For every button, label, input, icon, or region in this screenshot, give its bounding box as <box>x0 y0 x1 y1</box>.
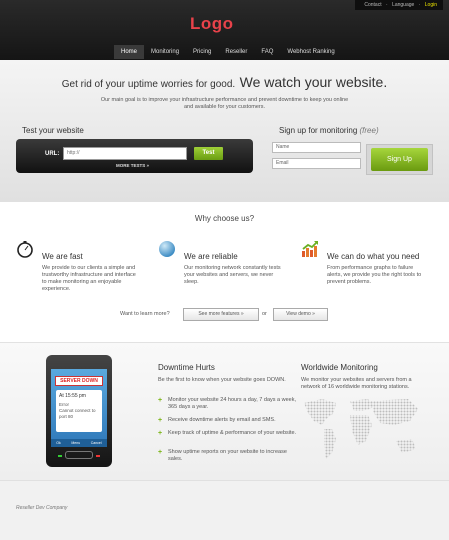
downtime-title: Downtime Hurts <box>158 363 215 372</box>
world-map-icon <box>304 399 418 459</box>
header: Contact · Language · Login Logo Home Mon… <box>0 0 449 60</box>
top-links: Contact · Language · Login <box>355 0 443 10</box>
downtime-bullet: + Receive downtime alerts by email and S… <box>158 417 298 424</box>
downtime-bullet: + Keep track of uptime & performance of … <box>158 430 298 437</box>
logo[interactable]: Logo <box>190 14 234 34</box>
plus-icon: + <box>158 397 163 404</box>
test-panel: URL: http:// Test MORE TESTS » <box>16 139 253 173</box>
separator: · <box>386 2 388 8</box>
tagline-small: Get rid of your uptime worries for good. <box>61 79 236 90</box>
downtime-bullet: + Monitor your website 24 hours a day, 7… <box>158 397 298 411</box>
tagline-big: We watch your website. <box>239 74 388 90</box>
nav-reseller[interactable]: Reseller <box>218 45 254 59</box>
softkey-menu: Menu <box>71 441 81 445</box>
why-section: Why choose us? We are fast We provide to… <box>0 202 449 342</box>
phone-buttons <box>58 451 100 459</box>
feature-custom-text: From performance graphs to failure alert… <box>327 265 422 286</box>
signup-title-text: Sign up for monitoring <box>279 126 358 135</box>
softkey-cancel: Cancel <box>90 441 102 445</box>
view-demo-button[interactable]: View demo » <box>273 308 328 321</box>
url-label: URL: <box>45 151 60 157</box>
bullet-text: Receive downtime alerts by email and SMS… <box>168 417 276 423</box>
softkey-ok: Ok <box>56 441 61 445</box>
feature-reliable-text: Our monitoring network constantly tests … <box>184 265 281 286</box>
signup-title: Sign up for monitoring (free) <box>279 126 379 135</box>
nav-monitoring[interactable]: Monitoring <box>144 45 186 59</box>
plus-icon: + <box>158 449 163 456</box>
stopwatch-icon <box>17 241 33 258</box>
bullet-text: Show uptime reports on your website to i… <box>168 449 287 463</box>
nav-pricing[interactable]: Pricing <box>186 45 218 59</box>
footer: Reseller Dev Company <box>0 480 449 540</box>
bullet-text: Keep track of uptime & performance of yo… <box>168 430 297 436</box>
phone-illustration: SERVER DOWN At 15:55 pm Error Cannot con… <box>46 355 112 467</box>
hero-section: Get rid of your uptime worries for good.… <box>0 60 449 202</box>
footer-company: Reseller Dev Company <box>16 505 68 511</box>
bullet-text: Monitor your website 24 hours a day, 7 d… <box>168 397 296 411</box>
server-down-alert: SERVER DOWN <box>55 376 103 386</box>
plus-icon: + <box>158 417 163 424</box>
alert-time: At 15:55 pm <box>59 393 86 399</box>
learn-more-text: Want to learn more? <box>120 311 170 317</box>
nav-webhost-ranking[interactable]: Webhost Ranking <box>280 45 341 59</box>
phone-screen: SERVER DOWN At 15:55 pm Error Cannot con… <box>51 369 107 447</box>
language-link[interactable]: Language <box>392 2 414 8</box>
more-tests-link[interactable]: MORE TESTS » <box>116 163 149 168</box>
plus-icon: + <box>158 430 163 437</box>
test-title: Test your website <box>22 126 84 135</box>
url-input[interactable]: http:// <box>63 147 187 160</box>
alert-card: At 15:55 pm Error Cannot connect to port… <box>56 390 102 432</box>
worldwide-title: Worldwide Monitoring <box>301 363 378 372</box>
feature-fast-title: We are fast <box>42 252 83 261</box>
feature-fast-text: We provide to our clients a simple and t… <box>42 265 136 293</box>
main-nav: Home Monitoring Pricing Reseller FAQ Web… <box>114 45 342 59</box>
feature-reliable-title: We are reliable <box>184 252 238 261</box>
globe-icon <box>159 241 175 257</box>
signup-button[interactable]: Sign Up <box>371 148 428 171</box>
separator: · <box>418 2 421 8</box>
feature-custom-title: We can do what you need <box>327 252 420 261</box>
signup-free-note: (free) <box>359 126 379 135</box>
nav-faq[interactable]: FAQ <box>254 45 280 59</box>
signup-button-wrap: Sign Up <box>366 144 433 175</box>
email-field[interactable]: Email <box>272 158 361 169</box>
or-text: or <box>262 311 267 317</box>
contact-link[interactable]: Contact <box>364 2 381 8</box>
see-features-button[interactable]: See more features » <box>183 308 259 321</box>
phone-softkeys: Ok Menu Cancel <box>51 439 107 447</box>
nav-home[interactable]: Home <box>114 45 145 59</box>
growth-chart-icon <box>302 241 318 257</box>
details-section: SERVER DOWN At 15:55 pm Error Cannot con… <box>0 342 449 480</box>
downtime-intro: Be the first to know when your website g… <box>158 377 286 383</box>
name-field[interactable]: Name <box>272 142 361 153</box>
why-title: Why choose us? <box>194 214 255 223</box>
hero-tagline: Get rid of your uptime worries for good.… <box>0 74 449 92</box>
login-link[interactable]: Login <box>425 2 437 8</box>
test-button[interactable]: Test <box>194 147 223 160</box>
downtime-bullet: + Show uptime reports on your website to… <box>158 449 298 463</box>
worldwide-text: We monitor your websites and servers fro… <box>301 377 412 391</box>
alert-message: Cannot connect to port 80 <box>59 407 96 419</box>
hero-subtitle: Our main goal is to improve your infrast… <box>100 97 349 111</box>
